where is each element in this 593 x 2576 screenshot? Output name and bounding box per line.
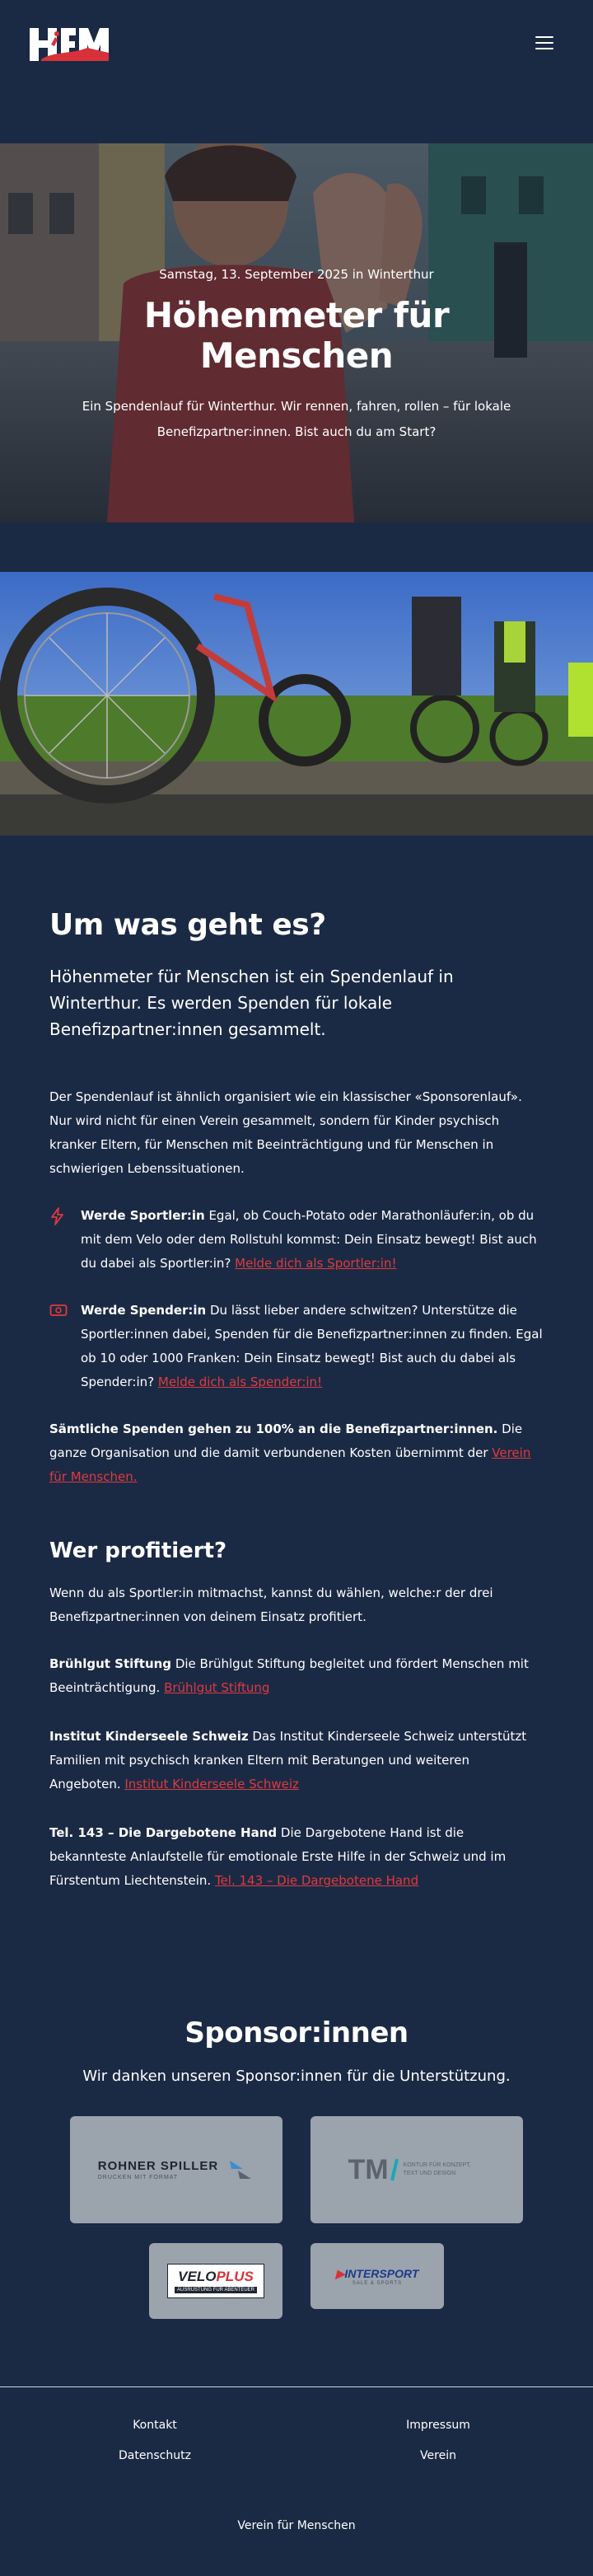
feature-athlete-title: Werde Sportler:in — [81, 1208, 205, 1223]
partner-tel143: Tel. 143 – Die Dargebotene Hand Die Darg… — [49, 1821, 544, 1893]
partner-kinderseele: Institut Kinderseele Schweiz Das Institu… — [49, 1725, 544, 1796]
sponsor-mark-icon — [230, 2161, 252, 2179]
site-logo[interactable] — [30, 26, 109, 63]
slash-icon — [390, 2158, 399, 2181]
footer-org-name: Verein für Menschen — [237, 2519, 356, 2532]
sponsors-section: Sponsor:innen Wir danken unseren Sponsor… — [0, 1918, 593, 2319]
sponsor-intersport[interactable]: ▶INTERSPORT SALE & SPORTS — [311, 2243, 444, 2309]
donation-bold: Sämtliche Spenden gehen zu 100% an die B… — [49, 1421, 498, 1436]
about-title: Um was geht es? — [49, 908, 326, 942]
partner-link-kinderseele[interactable]: Institut Kinderseele Schweiz — [124, 1777, 299, 1791]
sponsor-tagline: DRUCKEN MIT FORMAT — [97, 2175, 179, 2180]
money-icon — [49, 1302, 68, 1394]
hero-title: Höhenmeter für Menschen — [143, 295, 450, 376]
sponsor-name: ROHNER SPILLER — [97, 2159, 219, 2173]
about-section: Um was geht es? Höhenmeter für Menschen … — [0, 908, 593, 1893]
site-footer: Kontakt Datenschutz Impressum Verein Ver… — [0, 2386, 593, 2576]
partner-link-tel143[interactable]: Tel. 143 – Die Dargebotene Hand — [215, 1873, 418, 1888]
partner-name: Institut Kinderseele Schweiz — [49, 1729, 249, 1744]
about-intro: Der Spendenlauf ist ähnlich organisiert … — [49, 1089, 522, 1176]
partner-bruehlgut: Brühlgut Stiftung Die Brühlgut Stiftung … — [49, 1652, 544, 1700]
site-header — [0, 0, 593, 96]
sponsor-name: INTERSPORT — [344, 2266, 419, 2280]
hero-date: Samstag, 13. September 2025 in Winterthu… — [159, 267, 434, 282]
profit-intro: Wenn du als Sportler:in mitmachst, kanns… — [49, 1585, 493, 1624]
partner-link-bruehlgut[interactable]: Brühlgut Stiftung — [164, 1680, 269, 1695]
register-donor-link[interactable]: Melde dich als Spender:in! — [158, 1375, 322, 1389]
about-lead: Höhenmeter für Menschen ist ein Spendenl… — [49, 967, 454, 1039]
sponsor-name: TM — [348, 2153, 389, 2185]
sponsors-subtitle: Wir danken unseren Sponsor:innen für die… — [82, 2068, 511, 2085]
menu-button[interactable] — [535, 36, 553, 51]
partner-name: Brühlgut Stiftung — [49, 1656, 172, 1671]
sponsor-tagline: KONTUR FÜR KONZEPT, TEXT UND DESIGN — [403, 2162, 471, 2176]
sponsors-title: Sponsor:innen — [184, 2016, 409, 2049]
feature-athlete: Werde Sportler:in Egal, ob Couch-Potato … — [49, 1204, 544, 1276]
sponsor-rohner-spiller[interactable]: ROHNER SPILLER DRUCKEN MIT FORMAT — [70, 2116, 282, 2223]
footer-link-datenschutz[interactable]: Datenschutz — [72, 2441, 237, 2471]
footer-link-kontakt[interactable]: Kontakt — [72, 2410, 237, 2441]
partner-name: Tel. 143 – Die Dargebotene Hand — [49, 1825, 278, 1840]
sponsor-tagline: SALE & SPORTS — [352, 2280, 403, 2286]
sponsor-name-accent: PLUS — [216, 2269, 254, 2284]
hero-subtitle: Ein Spendenlauf für Winterthur. Wir renn… — [82, 399, 511, 439]
intersport-mark-icon: ▶ — [335, 2266, 345, 2280]
footer-links-left: Kontakt Datenschutz — [72, 2410, 237, 2471]
sponsor-tagline: AUSRÜSTUNG FÜR ABENTEUER — [174, 2287, 257, 2293]
donation-note: Sämtliche Spenden gehen zu 100% an die B… — [49, 1417, 544, 1489]
register-athlete-link[interactable]: Melde dich als Sportler:in! — [235, 1256, 396, 1271]
sponsor-tm[interactable]: TM KONTUR FÜR KONZEPT, TEXT UND DESIGN — [311, 2116, 523, 2223]
bike-image — [0, 572, 593, 836]
footer-link-impressum[interactable]: Impressum — [356, 2410, 521, 2441]
hero-section: Samstag, 13. September 2025 in Winterthu… — [0, 143, 593, 522]
profit-title: Wer profitiert? — [49, 1539, 227, 1563]
cyclists-photo — [0, 572, 593, 836]
footer-links-right: Impressum Verein — [356, 2410, 521, 2471]
hamburger-icon — [535, 36, 553, 38]
feature-donor-title: Werde Spender:in — [81, 1303, 207, 1318]
lightning-icon — [49, 1207, 68, 1276]
sponsor-veloplus[interactable]: VELOPLUS AUSRÜSTUNG FÜR ABENTEUER — [149, 2243, 282, 2319]
sponsor-name: VELO — [178, 2269, 217, 2284]
footer-link-verein[interactable]: Verein — [356, 2441, 521, 2471]
feature-donor: Werde Spender:in Du lässt lieber andere … — [49, 1299, 544, 1394]
